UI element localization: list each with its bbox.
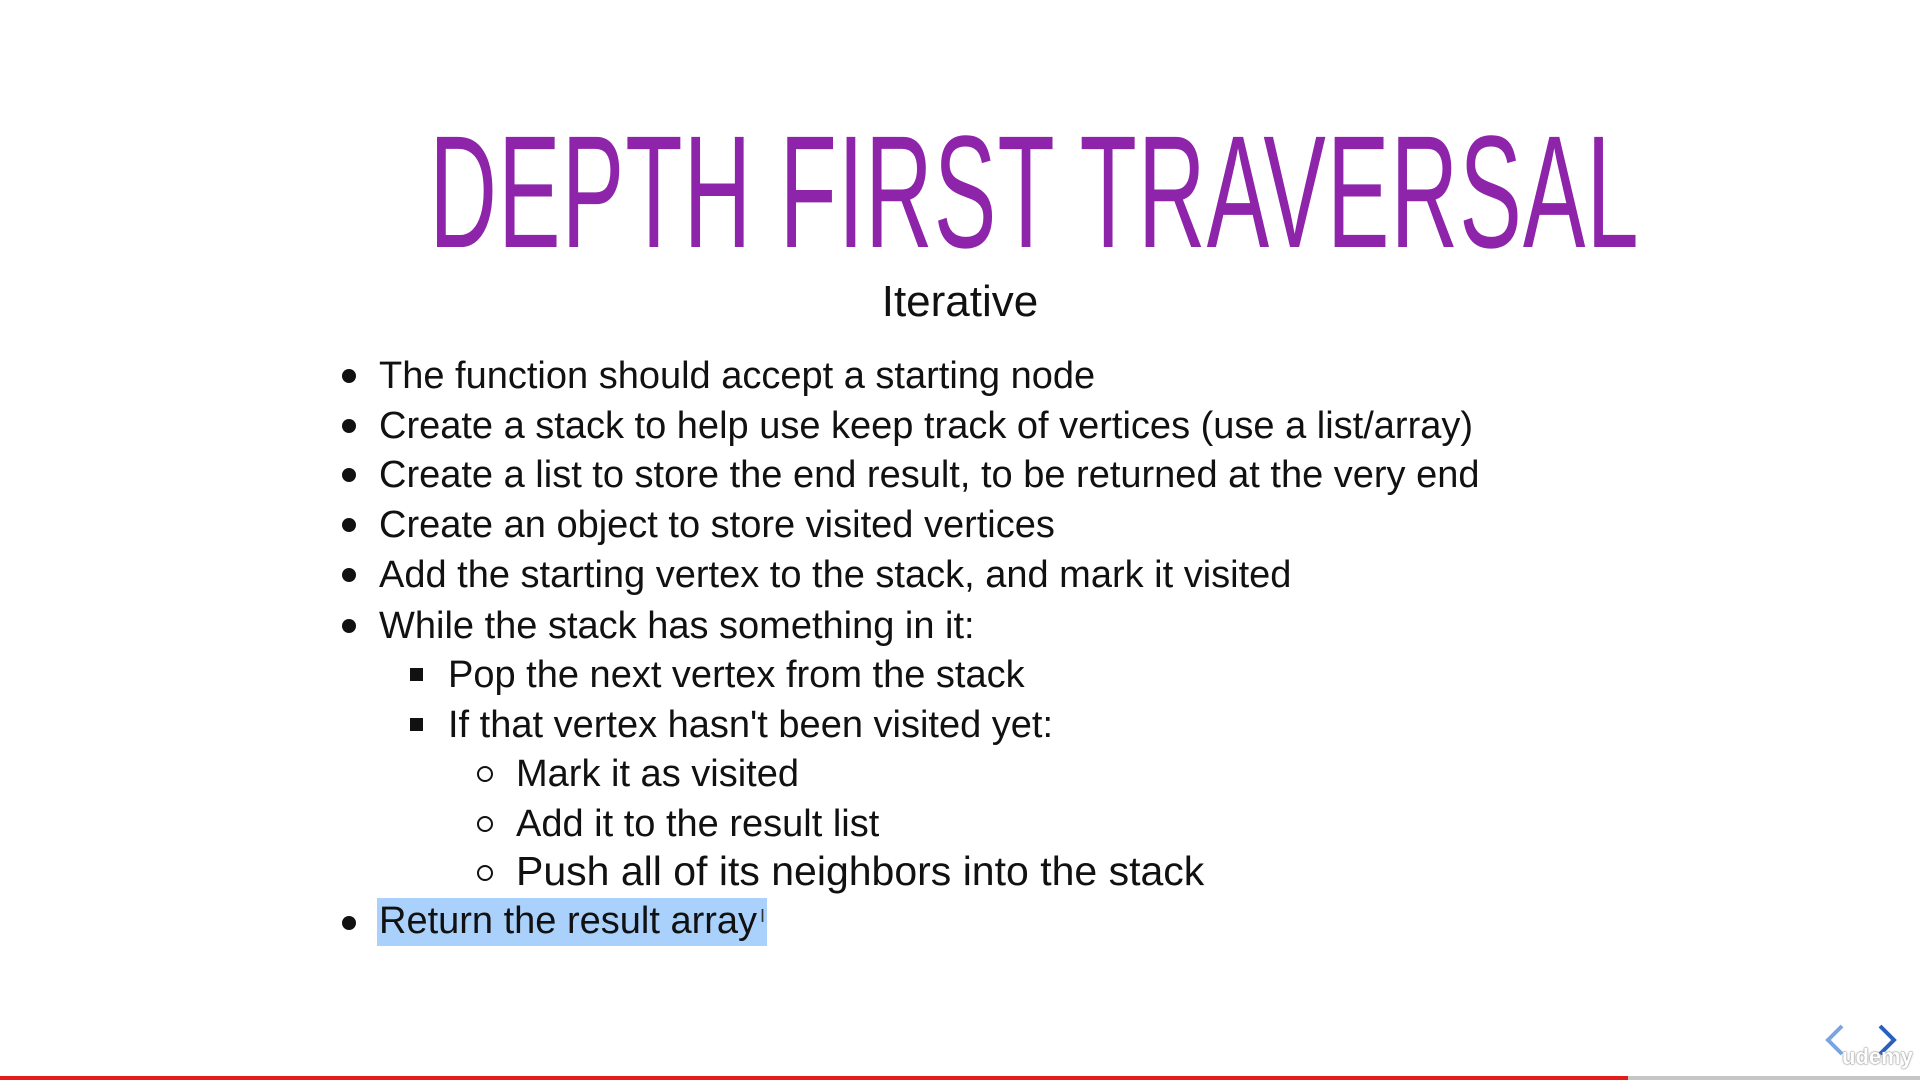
- bullet-circle-icon: [477, 816, 493, 832]
- bullet-square-icon: [410, 718, 423, 731]
- list-item: Pop the next vertex from the stack: [448, 654, 1025, 696]
- bullet-square-icon: [410, 668, 423, 681]
- bullet-dot-icon: [342, 916, 356, 930]
- list-item: Create a stack to help use keep track of…: [379, 405, 1474, 447]
- list-item: Add the starting vertex to the stack, an…: [379, 554, 1292, 596]
- bullet-dot-icon: [342, 568, 356, 582]
- slide-title-container: DEPTH FIRST TRAVERSAL: [0, 112, 1920, 272]
- video-progress-fill: [0, 1076, 1629, 1080]
- list-item: Create an object to store visited vertic…: [379, 504, 1055, 546]
- selected-text[interactable]: Return the result array: [377, 898, 768, 946]
- bullet-dot-icon: [342, 369, 356, 383]
- bullet-dot-icon: [342, 419, 356, 433]
- list-item: Mark it as visited: [516, 753, 799, 795]
- list-item: While the stack has something in it:: [379, 605, 975, 647]
- slide-title: DEPTH FIRST TRAVERSAL: [429, 102, 1640, 281]
- bullet-circle-icon: [477, 865, 493, 881]
- slide-subtitle: Iterative: [881, 277, 1039, 326]
- text-cursor-icon: I: [760, 906, 766, 926]
- list-item: Create a list to store the end result, t…: [379, 454, 1480, 496]
- bullet-circle-icon: [477, 766, 493, 782]
- list-item: The function should accept a starting no…: [379, 355, 1096, 397]
- list-item: Push all of its neighbors into the stack: [516, 848, 1205, 894]
- list-item: Add it to the result list: [516, 803, 880, 845]
- video-progress-bar[interactable]: [0, 1076, 1920, 1080]
- list-item-highlighted[interactable]: Return the result array: [377, 897, 768, 946]
- bullet-dot-icon: [342, 468, 356, 482]
- bullet-dot-icon: [342, 619, 356, 633]
- udemy-logo: udemy: [1842, 1044, 1913, 1069]
- list-item: If that vertex hasn't been visited yet:: [448, 704, 1054, 746]
- bullet-dot-icon: [342, 518, 356, 532]
